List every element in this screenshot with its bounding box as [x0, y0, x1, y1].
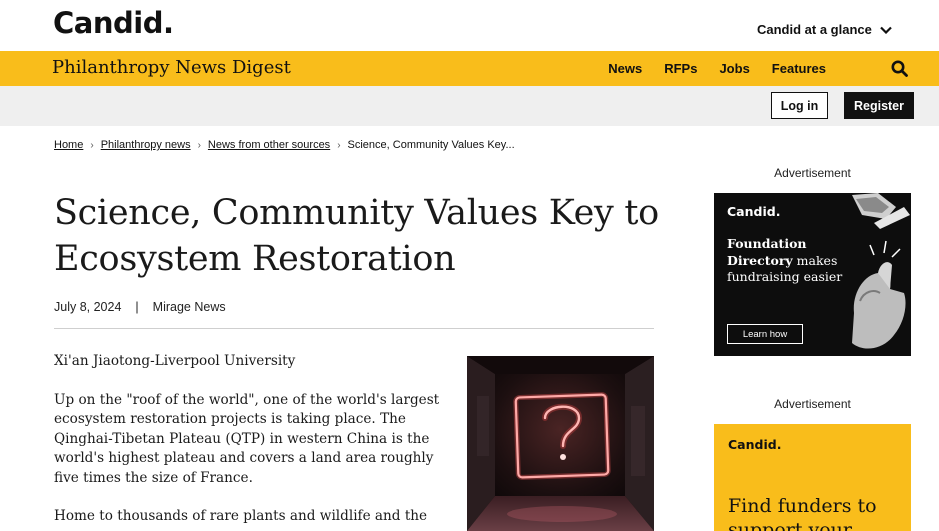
article-paragraph: Up on the "roof of the world", one of th… — [54, 391, 440, 486]
chevron-right-icon: › — [337, 139, 341, 151]
article-body: Xi'an Jiaotong-Liverpool University Up o… — [54, 352, 449, 531]
breadcrumb-home[interactable]: Home — [54, 139, 83, 151]
chevron-right-icon: › — [197, 139, 201, 151]
breadcrumb-philanthropy-news[interactable]: Philanthropy news — [101, 139, 191, 151]
article-source: Mirage News — [152, 300, 226, 314]
advertisement-label: Advertisement — [774, 397, 851, 411]
register-button[interactable]: Register — [844, 92, 914, 119]
nav-links: News RFPs Jobs Features — [608, 61, 826, 76]
chevron-right-icon: › — [90, 139, 94, 151]
site-nav-bar: Philanthropy News Digest News RFPs Jobs … — [0, 51, 939, 86]
candid-logo[interactable]: Candid. — [53, 6, 174, 40]
article-paragraph: Xi'an Jiaotong-Liverpool University — [54, 353, 296, 369]
ad-brand: Candid. — [727, 204, 781, 219]
nav-features[interactable]: Features — [772, 61, 826, 76]
breadcrumb: Home › Philanthropy news › News from oth… — [54, 139, 515, 151]
snapping-hand-illustration — [852, 193, 910, 349]
article-title: Science, Community Values Key to Ecosyst… — [54, 193, 659, 279]
neon-question-mark-image — [467, 356, 654, 531]
advertisement-label: Advertisement — [774, 166, 851, 180]
divider — [54, 328, 654, 329]
article-image — [467, 356, 654, 531]
ad-copy: Find funders to support your — [728, 495, 877, 531]
article-meta: July 8, 2024 | Mirage News — [54, 300, 226, 314]
site-title[interactable]: Philanthropy News Digest — [52, 57, 291, 78]
search-icon[interactable] — [891, 60, 908, 77]
chevron-down-icon — [880, 26, 892, 34]
candid-at-a-glance-menu[interactable]: Candid at a glance — [757, 22, 892, 37]
ad-brand: Candid. — [728, 437, 782, 452]
learn-how-button[interactable]: Learn how — [727, 324, 803, 344]
nav-news[interactable]: News — [608, 61, 642, 76]
article-date: July 8, 2024 — [54, 300, 122, 314]
article-paragraph: Home to thousands of rare plants and wil… — [54, 508, 428, 524]
meta-separator: | — [135, 300, 139, 314]
login-button[interactable]: Log in — [771, 92, 828, 119]
nav-jobs[interactable]: Jobs — [719, 61, 749, 76]
breadcrumb-other-sources[interactable]: News from other sources — [208, 139, 330, 151]
ad-copy: Foundation Directory makes fundraising e… — [727, 236, 847, 286]
breadcrumb-current: Science, Community Values Key... — [347, 139, 515, 151]
advertisement-find-funders[interactable]: Candid. Find funders to support your — [714, 424, 911, 531]
advertisement-foundation-directory[interactable]: Candid. Foundation Directory makes fundr… — [714, 193, 911, 356]
glance-label: Candid at a glance — [757, 22, 872, 37]
nav-rfps[interactable]: RFPs — [664, 61, 697, 76]
